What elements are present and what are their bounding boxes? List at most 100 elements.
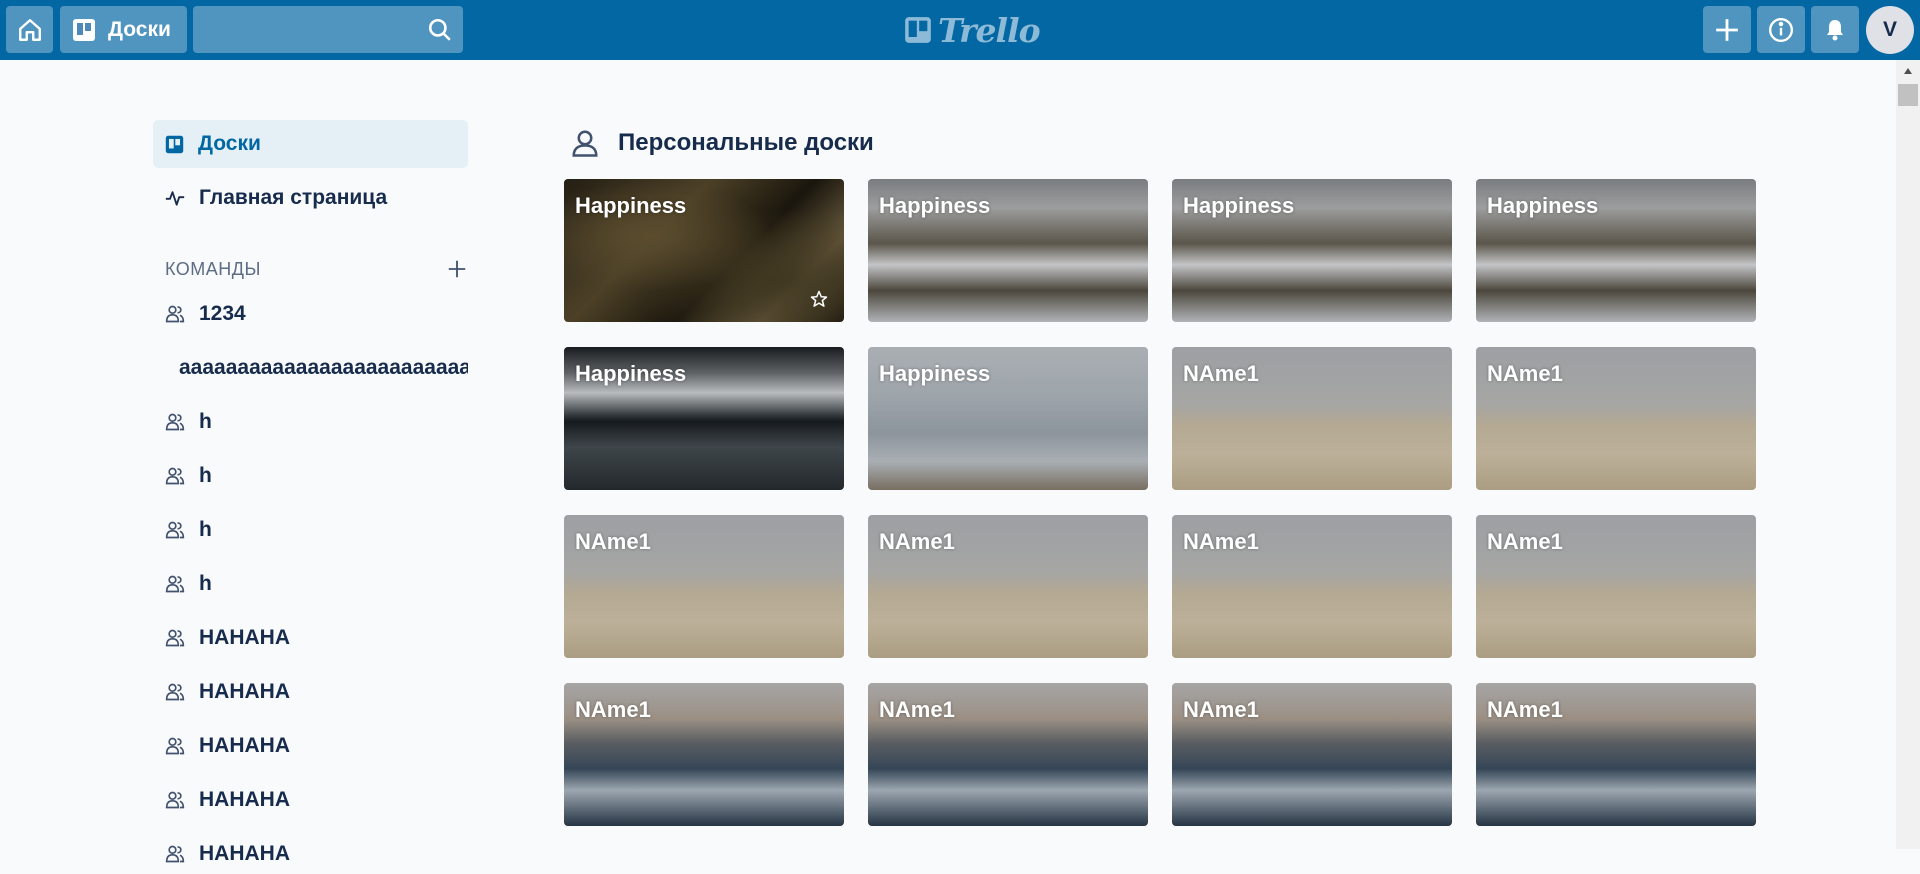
sidebar-team-label: h (199, 518, 212, 541)
scroll-up-arrow[interactable] (1896, 62, 1920, 80)
sidebar-team-item[interactable]: 1234 (165, 294, 468, 334)
team-icon (165, 467, 185, 485)
sidebar-team-item[interactable]: h (165, 564, 468, 604)
bell-icon (1827, 19, 1843, 40)
person-icon (572, 130, 598, 157)
board-icon (73, 18, 95, 41)
sidebar-team-label: HAHAHA (199, 842, 290, 865)
teams-header: КОМАНДЫ (165, 254, 468, 284)
avatar-initial: V (1882, 18, 1897, 41)
board-tile-title: Happiness (879, 361, 991, 386)
board-tile[interactable]: NAme1 (564, 515, 844, 658)
board-tile[interactable]: Happiness (868, 179, 1148, 322)
team-icon (165, 305, 185, 323)
sidebar-team-label: h (199, 410, 212, 433)
sidebar-team-item[interactable]: aaaaaaaaaaaaaaaaaaaaaaaaaaaaaaaaaaaaaa (165, 348, 468, 388)
team-icon (165, 413, 185, 431)
notifications-button[interactable] (1811, 6, 1859, 53)
avatar[interactable]: V (1866, 6, 1914, 54)
sidebar-item-label: Доски (198, 132, 261, 155)
board-tile-title: NAme1 (1183, 529, 1259, 554)
top-header: Доски Trello V (0, 0, 1920, 60)
board-tile-title: NAme1 (1183, 697, 1259, 722)
team-icon (165, 845, 185, 863)
page-title: Персональные доски (618, 129, 874, 156)
add-team-icon[interactable] (446, 258, 468, 280)
team-icon (165, 683, 185, 701)
board-tile-title: NAme1 (575, 529, 651, 554)
trello-logo-icon (905, 17, 931, 43)
board-tile[interactable]: NAme1 (1172, 683, 1452, 826)
search-input[interactable] (193, 6, 418, 53)
board-tile[interactable]: NAme1 (868, 515, 1148, 658)
board-tile[interactable]: NAme1 (1172, 515, 1452, 658)
activity-icon (165, 191, 185, 206)
personal-boards-heading: Персональные доски (570, 128, 874, 158)
board-tile[interactable]: Happiness (564, 179, 844, 322)
plus-icon (1716, 18, 1738, 41)
home-button[interactable] (6, 6, 53, 53)
sidebar-team-label: HAHAHA (199, 680, 290, 703)
scrollbar[interactable] (1896, 60, 1920, 849)
board-tile-title: NAme1 (1487, 361, 1563, 386)
board-tile[interactable]: NAme1 (868, 683, 1148, 826)
sidebar-team-label: h (199, 464, 212, 487)
board-tile-title: NAme1 (879, 697, 955, 722)
team-icon (165, 737, 185, 755)
search-box[interactable] (193, 6, 463, 53)
sidebar-team-label: HAHAHA (199, 626, 290, 649)
board-tile-title: NAme1 (575, 697, 651, 722)
board-icon (165, 135, 184, 153)
team-icon (165, 521, 185, 539)
boards-button[interactable]: Доски (60, 6, 187, 53)
board-tile[interactable]: NAme1 (564, 683, 844, 826)
info-button[interactable] (1757, 6, 1805, 53)
trello-logo-text: Trello (938, 10, 1041, 50)
sidebar-team-item[interactable]: h (165, 456, 468, 496)
team-icon (165, 629, 185, 647)
home-icon (18, 18, 41, 41)
sidebar-team-label: h (199, 572, 212, 595)
sidebar-team-label: aaaaaaaaaaaaaaaaaaaaaaaaaaaaaaaaaaaaaa (179, 356, 468, 379)
sidebar-team-item[interactable]: HAHAHA (165, 726, 468, 766)
board-tile[interactable]: NAme1 (1476, 347, 1756, 490)
board-tile[interactable]: Happiness (1172, 179, 1452, 322)
star-icon[interactable] (810, 290, 828, 308)
boards-button-label: Доски (108, 17, 171, 41)
trello-logo[interactable]: Trello (904, 10, 1041, 50)
board-tile[interactable]: NAme1 (1172, 347, 1452, 490)
sidebar-item-label: Главная страница (199, 186, 388, 209)
board-tile-title: NAme1 (879, 529, 955, 554)
sidebar-team-item[interactable]: HAHAHA (165, 780, 468, 820)
sidebar-team-label: HAHAHA (199, 734, 290, 757)
team-icon (165, 575, 185, 593)
sidebar-team-item[interactable]: HAHAHA (165, 618, 468, 658)
board-tile-title: Happiness (879, 193, 991, 218)
sidebar-team-label: HAHAHA (199, 788, 290, 811)
board-tile-title: NAme1 (1487, 697, 1563, 722)
board-tile-title: Happiness (575, 361, 687, 386)
info-icon (1768, 17, 1794, 42)
create-button[interactable] (1703, 6, 1751, 53)
sidebar-item-boards[interactable]: Доски (153, 120, 468, 168)
sidebar-team-item[interactable]: HAHAHA (165, 834, 468, 874)
sidebar-team-label: 1234 (199, 302, 246, 325)
sidebar-item-home[interactable]: Главная страница (153, 174, 468, 222)
team-icon (165, 791, 185, 809)
board-tile-title: Happiness (1487, 193, 1599, 218)
board-tile[interactable]: NAme1 (1476, 515, 1756, 658)
sidebar-team-item[interactable]: HAHAHA (165, 672, 468, 712)
search-icon[interactable] (427, 17, 453, 43)
board-tile-title: NAme1 (1487, 529, 1563, 554)
sidebar-team-item[interactable]: h (165, 510, 468, 550)
board-tile-title: Happiness (1183, 193, 1295, 218)
teams-header-label: КОМАНДЫ (165, 258, 261, 279)
board-tile-title: NAme1 (1183, 361, 1259, 386)
board-tile[interactable]: Happiness (564, 347, 844, 490)
sidebar-team-item[interactable]: h (165, 402, 468, 442)
board-tile[interactable]: NAme1 (1476, 683, 1756, 826)
board-tile-title: Happiness (575, 193, 687, 218)
scrollbar-thumb[interactable] (1898, 84, 1918, 106)
board-tile[interactable]: Happiness (1476, 179, 1756, 322)
board-tile[interactable]: Happiness (868, 347, 1148, 490)
